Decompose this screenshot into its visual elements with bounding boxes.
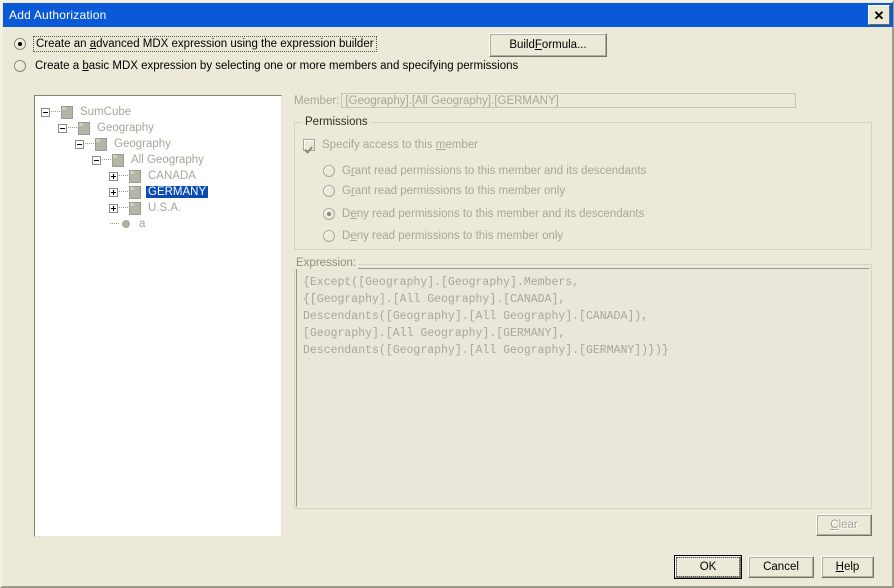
- tree-node[interactable]: U.S.A.: [35, 200, 281, 216]
- tree-guide-line: [119, 207, 128, 209]
- expression-label: Expression:: [294, 257, 359, 269]
- specify-access-indicator: [303, 139, 315, 151]
- expression-line: [Geography].[All Geography].[GERMANY],: [303, 327, 566, 340]
- tree-guide-line: [51, 111, 60, 113]
- expand-icon[interactable]: [109, 203, 118, 213]
- close-icon[interactable]: ✕: [868, 5, 890, 25]
- clear-button[interactable]: Clear: [816, 514, 872, 536]
- collapse-icon[interactable]: [58, 123, 67, 133]
- radio-advanced-expression[interactable]: Create an advanced MDX expression using …: [14, 36, 377, 52]
- member-input[interactable]: [Geography].[All Geography].[GERMANY]: [341, 93, 797, 108]
- collapse-icon[interactable]: [41, 107, 50, 117]
- expand-icon[interactable]: [109, 187, 118, 197]
- cube-icon: [112, 153, 124, 167]
- cube-icon: [61, 105, 73, 119]
- window-title: Add Authorization: [9, 8, 107, 22]
- tree-node[interactable]: a: [35, 216, 281, 232]
- expand-icon[interactable]: [109, 171, 118, 181]
- expression-line: {[Geography].[All Geography].[CANADA],: [303, 293, 566, 306]
- radio-grant-descendants-indicator: [323, 165, 335, 177]
- tree-guide-line: [119, 175, 128, 177]
- tree-node[interactable]: CANADA: [35, 168, 281, 184]
- tree-node-label: U.S.A.: [148, 202, 182, 214]
- tree-node[interactable]: All Geography: [35, 152, 281, 168]
- tree-node[interactable]: Geography: [35, 136, 281, 152]
- permissions-legend: Permissions: [302, 116, 371, 128]
- cancel-button[interactable]: Cancel: [748, 556, 814, 578]
- tree-node-label: CANADA: [148, 170, 196, 182]
- radio-grant-descendants-label: Grant read permissions to this member an…: [342, 165, 647, 177]
- tree-guide-line: [102, 159, 111, 161]
- radio-deny-member-only-indicator: [323, 230, 335, 242]
- radio-advanced-indicator: [14, 38, 26, 50]
- tree-node-label: All Geography: [131, 154, 204, 166]
- tree-guide-line: [110, 223, 119, 225]
- dialog-window: Add Authorization ✕ Create an advanced M…: [0, 0, 894, 588]
- expression-line: Descendants([Geography].[All Geography].…: [303, 344, 669, 357]
- tree-node-label: Geography: [97, 122, 154, 134]
- ok-button-label: OK: [676, 557, 740, 577]
- radio-deny-member-only-label: Deny read permissions to this member onl…: [342, 230, 564, 242]
- member-tree[interactable]: SumCube Geography Geography All Geography CA…: [34, 95, 282, 537]
- expression-textarea[interactable]: {Except([Geography].[Geography].Members,…: [296, 268, 870, 507]
- radio-grant-member-only-indicator: [323, 185, 335, 197]
- radio-deny-descendants-label: Deny read permissions to this member and…: [342, 208, 645, 220]
- tree-node[interactable]: SumCube: [35, 104, 281, 120]
- help-button[interactable]: Help: [821, 556, 874, 578]
- expression-line: Descendants([Geography].[All Geography].…: [303, 310, 649, 323]
- tree-node[interactable]: GERMANY: [35, 184, 281, 200]
- bullet-icon: [122, 220, 130, 228]
- cube-icon: [129, 185, 141, 199]
- cube-icon: [129, 201, 141, 215]
- cube-icon: [78, 121, 90, 135]
- specify-access-checkbox[interactable]: Specify access to this member: [303, 139, 478, 151]
- radio-grant-descendants[interactable]: Grant read permissions to this member an…: [323, 165, 646, 177]
- member-row: Member: [Geography].[All Geography].[GER…: [294, 93, 797, 108]
- tree-node-list: SumCube Geography Geography All Geography CA…: [35, 104, 281, 232]
- tree-guide-line: [68, 127, 77, 129]
- tree-guide-line: [119, 191, 128, 193]
- radio-deny-descendants-indicator: [323, 208, 335, 220]
- tree-node[interactable]: Geography: [35, 120, 281, 136]
- radio-grant-member-only[interactable]: Grant read permissions to this member on…: [323, 185, 565, 197]
- cube-icon: [129, 169, 141, 183]
- radio-deny-descendants[interactable]: Deny read permissions to this member and…: [323, 208, 644, 220]
- tree-node-label: Geography: [114, 138, 171, 150]
- radio-deny-member-only[interactable]: Deny read permissions to this member onl…: [323, 230, 563, 242]
- collapse-icon[interactable]: [75, 139, 84, 149]
- tree-guide-line: [85, 143, 94, 145]
- radio-basic-label: Create a basic MDX expression by selecti…: [35, 60, 519, 72]
- expression-line: {Except([Geography].[Geography].Members,: [303, 276, 580, 289]
- radio-basic-expression[interactable]: Create a basic MDX expression by selecti…: [14, 59, 520, 73]
- tree-node-label: a: [139, 218, 146, 230]
- radio-grant-member-only-label: Grant read permissions to this member on…: [342, 185, 566, 197]
- tree-node-label: SumCube: [80, 106, 132, 118]
- radio-advanced-label: Create an advanced MDX expression using …: [33, 36, 377, 52]
- ok-button[interactable]: OK: [674, 555, 742, 579]
- radio-basic-indicator: [14, 60, 26, 72]
- cube-icon: [95, 137, 107, 151]
- member-label: Member:: [294, 94, 340, 107]
- title-bar: Add Authorization ✕: [3, 3, 893, 27]
- build-formula-button[interactable]: Build Formula...: [489, 33, 607, 57]
- specify-access-label: Specify access to this member: [322, 139, 478, 151]
- collapse-icon[interactable]: [92, 155, 101, 165]
- tree-node-label: GERMANY: [146, 186, 209, 198]
